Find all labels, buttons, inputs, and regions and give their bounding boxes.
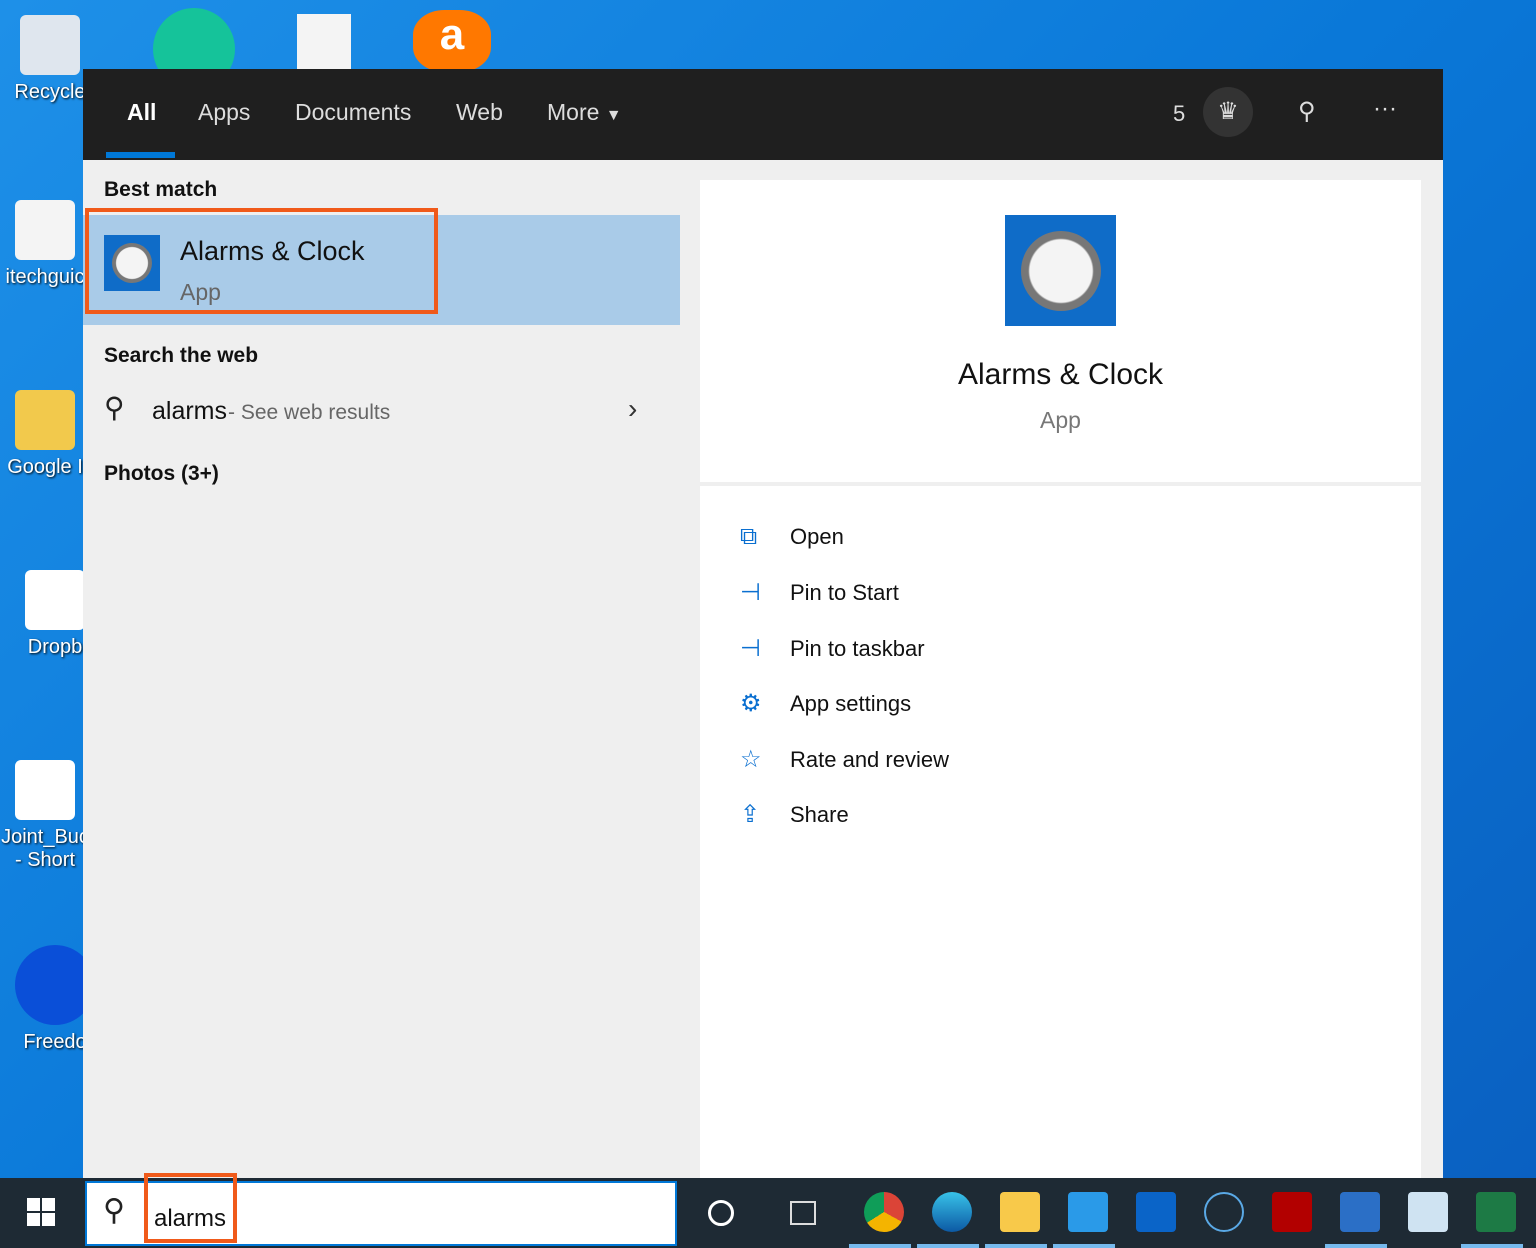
action-label: Share (790, 801, 849, 827)
avast-icon[interactable]: a (413, 10, 491, 72)
action-label: Open (790, 524, 844, 549)
web-result-item[interactable]: ⚲ alarms - See web results › (83, 385, 680, 440)
cortana-icon[interactable] (708, 1200, 734, 1226)
action-pin-to-start[interactable]: ⊣ Pin to Start (740, 578, 899, 607)
label: Dropb (27, 636, 83, 658)
app-detail-pane: Alarms & Clock App ⧉ Open ⊣ Pin to Start ⊣… (700, 180, 1421, 1179)
notepad-icon[interactable] (1408, 1192, 1448, 1232)
running-indicator (917, 1244, 979, 1248)
action-open[interactable]: ⧉ Open (740, 523, 844, 551)
results-list: Best match Alarms & Clock App Search the… (83, 160, 680, 1179)
desktop-icon-google-drive[interactable]: Google I (0, 390, 90, 479)
alarms-clock-large-icon (1005, 215, 1116, 326)
share-icon: ⇪ (740, 801, 761, 828)
running-indicator (849, 1244, 911, 1248)
label: Google I (7, 456, 83, 478)
tab-all[interactable]: All (127, 99, 156, 126)
running-indicator (985, 1244, 1047, 1248)
star-list-icon: ☆ (740, 746, 762, 773)
desktop-icon-itechguides[interactable]: itechguic (0, 200, 90, 289)
feedback-icon[interactable]: ⚲ (1298, 97, 1316, 126)
edge-icon[interactable] (932, 1192, 972, 1232)
highlight-box (85, 208, 438, 314)
search-header: All Apps Documents Web More ▼ 5 ♛ ⚲ ··· (83, 69, 1443, 160)
best-match-heading: Best match (104, 178, 218, 201)
remote-desktop-icon[interactable] (1340, 1192, 1380, 1232)
action-app-settings[interactable]: ⚙ App settings (740, 689, 911, 718)
tab-more[interactable]: More ▼ (547, 99, 622, 126)
tab-more-label: More (547, 99, 600, 125)
app-detail-header: Alarms & Clock App (700, 180, 1421, 486)
chrome-icon[interactable] (864, 1192, 904, 1232)
desktop-icon-recycle-bin[interactable]: Recycle (5, 15, 95, 104)
action-label: App settings (790, 690, 912, 716)
chevron-right-icon: › (628, 393, 638, 424)
points-count: 5 (1173, 101, 1186, 126)
action-rate-and-review[interactable]: ☆ Rate and review (740, 745, 949, 774)
filezilla-icon[interactable] (1272, 1192, 1312, 1232)
search-web-heading: Search the web (104, 344, 259, 367)
label: Recycle (14, 81, 86, 103)
detail-app-name: Alarms & Clock (957, 358, 1164, 391)
action-pin-to-taskbar[interactable]: ⊣ Pin to taskbar (740, 634, 925, 663)
mail-icon[interactable] (1068, 1192, 1108, 1232)
action-label: Rate and review (790, 746, 949, 772)
search-input[interactable]: alarms (144, 1173, 237, 1243)
active-tab-indicator (106, 152, 175, 158)
action-label: Pin to taskbar (790, 635, 925, 661)
label: Freedo (23, 1031, 87, 1053)
search-panel: All Apps Documents Web More ▼ 5 ♛ ⚲ ··· … (83, 69, 1443, 1179)
tab-apps[interactable]: Apps (198, 99, 250, 126)
search-icon: ⚲ (103, 1194, 125, 1227)
pin-icon: ⊣ (740, 579, 761, 606)
photos-heading[interactable]: Photos (3+) (104, 462, 219, 486)
running-indicator (1325, 1244, 1387, 1248)
file-explorer-icon[interactable] (1000, 1192, 1040, 1232)
action-share[interactable]: ⇪ Share (740, 800, 849, 829)
gear-icon: ⚙ (740, 690, 762, 717)
open-icon: ⧉ (740, 523, 758, 550)
pin-icon: ⊣ (740, 635, 761, 662)
excel-icon[interactable] (1476, 1192, 1516, 1232)
windows-start-icon[interactable] (27, 1198, 55, 1226)
desktop-icon-excel-shortcut[interactable]: Joint_Buc - Short (0, 760, 90, 872)
chevron-down-icon: ▼ (605, 107, 622, 124)
web-suffix: - See web results (228, 401, 391, 424)
task-view-icon[interactable] (790, 1201, 816, 1225)
cortana-app-icon[interactable] (1204, 1192, 1244, 1232)
document-icon[interactable] (297, 14, 351, 74)
more-options-icon[interactable]: ··· (1373, 95, 1397, 123)
label: Joint_Buc - Short (1, 826, 89, 871)
label: itechguic (5, 266, 85, 288)
search-icon: ⚲ (104, 392, 125, 423)
web-query: alarms (152, 397, 228, 425)
tab-web[interactable]: Web (456, 99, 503, 126)
trophy-icon[interactable]: ♛ (1203, 87, 1253, 137)
detail-app-type: App (1040, 407, 1081, 433)
action-label: Pin to Start (790, 579, 899, 605)
running-indicator (1461, 1244, 1523, 1248)
tab-documents[interactable]: Documents (295, 99, 411, 126)
outlook-icon[interactable] (1136, 1192, 1176, 1232)
running-indicator (1053, 1244, 1115, 1248)
